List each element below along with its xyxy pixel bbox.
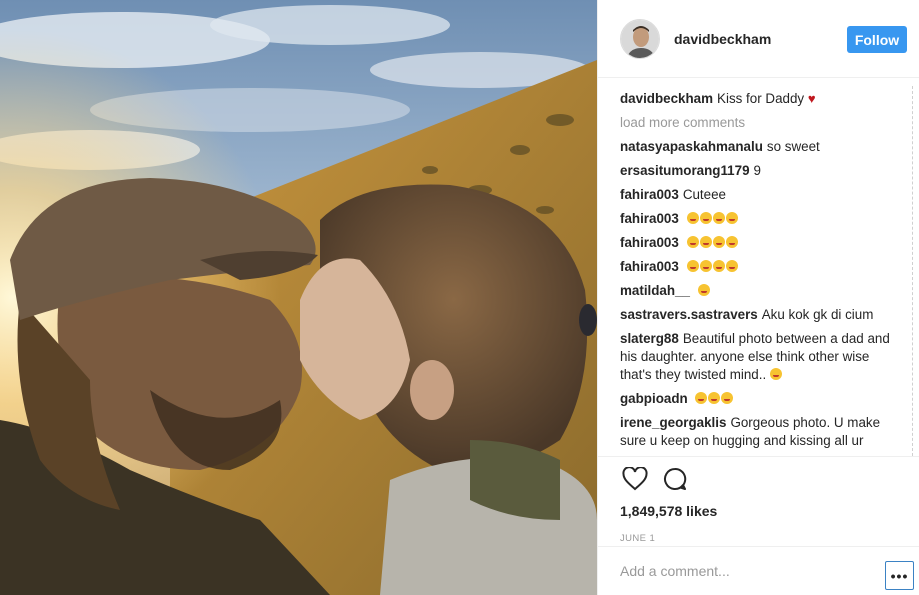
emoji-icon: [699, 260, 712, 272]
emoji-icon: [708, 392, 721, 404]
comment-item: gabpioadn: [620, 390, 896, 408]
caption-text: Kiss for Daddy: [717, 91, 805, 106]
author-avatar[interactable]: [620, 18, 660, 59]
load-more-comments-link[interactable]: load more comments: [620, 114, 896, 132]
emoji-icon: [712, 236, 725, 248]
add-comment-input[interactable]: [620, 563, 870, 579]
add-comment-bar: •••: [598, 546, 919, 595]
comment-item: ersasitumorang1179 9: [620, 162, 896, 180]
comment-item: fahira003: [620, 210, 896, 228]
comment-item: fahira003 Cuteee: [620, 186, 896, 204]
comments-scrollbar[interactable]: [910, 86, 913, 456]
heart-outline-icon[interactable]: [620, 464, 650, 494]
comment-text: Aku kok gk di cium: [761, 307, 874, 322]
emoji-icon: [686, 236, 699, 248]
comment-username[interactable]: gabpioadn: [620, 391, 688, 406]
comment-username[interactable]: natasyapaskahmanalu: [620, 139, 763, 154]
post-header: davidbeckham Follow: [598, 0, 919, 78]
emoji-icon: [769, 368, 782, 380]
caption-username[interactable]: davidbeckham: [620, 91, 713, 106]
emoji-icon: [712, 260, 725, 272]
comment-username[interactable]: ersasitumorang1179: [620, 163, 750, 178]
comment-item: matildah__: [620, 282, 896, 300]
caption: davidbeckham Kiss for Daddy ♥: [620, 90, 896, 108]
post-photo[interactable]: [0, 0, 597, 595]
comment-username[interactable]: slaterg88: [620, 331, 679, 346]
emoji-icon: [695, 392, 708, 404]
comments-list[interactable]: davidbeckham Kiss for Daddy ♥ load more c…: [598, 78, 919, 456]
comment-text: so sweet: [766, 139, 820, 154]
emoji-icon: [725, 212, 738, 224]
emoji-icon: [721, 392, 734, 404]
comment-item: irene_georgaklis Gorgeous photo. U make s…: [620, 414, 896, 450]
emoji-icon: [686, 260, 699, 272]
comment-username[interactable]: matildah__: [620, 283, 690, 298]
comment-username[interactable]: fahira003: [620, 187, 679, 202]
instagram-post: davidbeckham Follow davidbeckham Kiss for…: [0, 0, 919, 595]
photo-image: [0, 0, 597, 595]
emoji-icon: [686, 212, 699, 224]
comment-text: 9: [753, 163, 761, 178]
comment-item: natasyapaskahmanalu so sweet: [620, 138, 896, 156]
action-icons: [620, 457, 919, 501]
post-side-panel: davidbeckham Follow davidbeckham Kiss for…: [597, 0, 919, 595]
comment-items: natasyapaskahmanalu so sweet ersasitumoran…: [620, 138, 896, 450]
emoji-icon: [725, 260, 738, 272]
post-date: JUNE 1: [620, 533, 656, 544]
comment-username[interactable]: irene_georgaklis: [620, 415, 726, 430]
comment-item: fahira003: [620, 258, 896, 276]
ellipsis-icon[interactable]: •••: [885, 561, 914, 590]
scrollbar-track[interactable]: [910, 86, 913, 456]
heart-emoji: ♥: [807, 91, 816, 106]
speech-bubble-icon[interactable]: [660, 464, 690, 494]
comment-username[interactable]: fahira003: [620, 259, 679, 274]
comment-username[interactable]: fahira003: [620, 235, 679, 250]
comment-username[interactable]: sastravers.sastravers: [620, 307, 758, 322]
comment-item: sastravers.sastravers Aku kok gk di cium: [620, 306, 896, 324]
emoji-icon: [699, 236, 712, 248]
comment-username[interactable]: fahira003: [620, 211, 679, 226]
follow-button[interactable]: Follow: [847, 26, 907, 53]
emoji-icon: [725, 236, 738, 248]
comment-item: slaterg88 Beautiful photo between a dad a…: [620, 330, 896, 384]
author-username[interactable]: davidbeckham: [674, 31, 771, 47]
comment-text: Cuteee: [682, 187, 726, 202]
comment-item: fahira003: [620, 234, 896, 252]
emoji-icon: [699, 212, 712, 224]
emoji-icon: [712, 212, 725, 224]
post-actions: 1,849,578 likes JUNE 1: [598, 456, 919, 546]
likes-count[interactable]: 1,849,578 likes: [620, 503, 919, 519]
emoji-icon: [697, 284, 710, 296]
